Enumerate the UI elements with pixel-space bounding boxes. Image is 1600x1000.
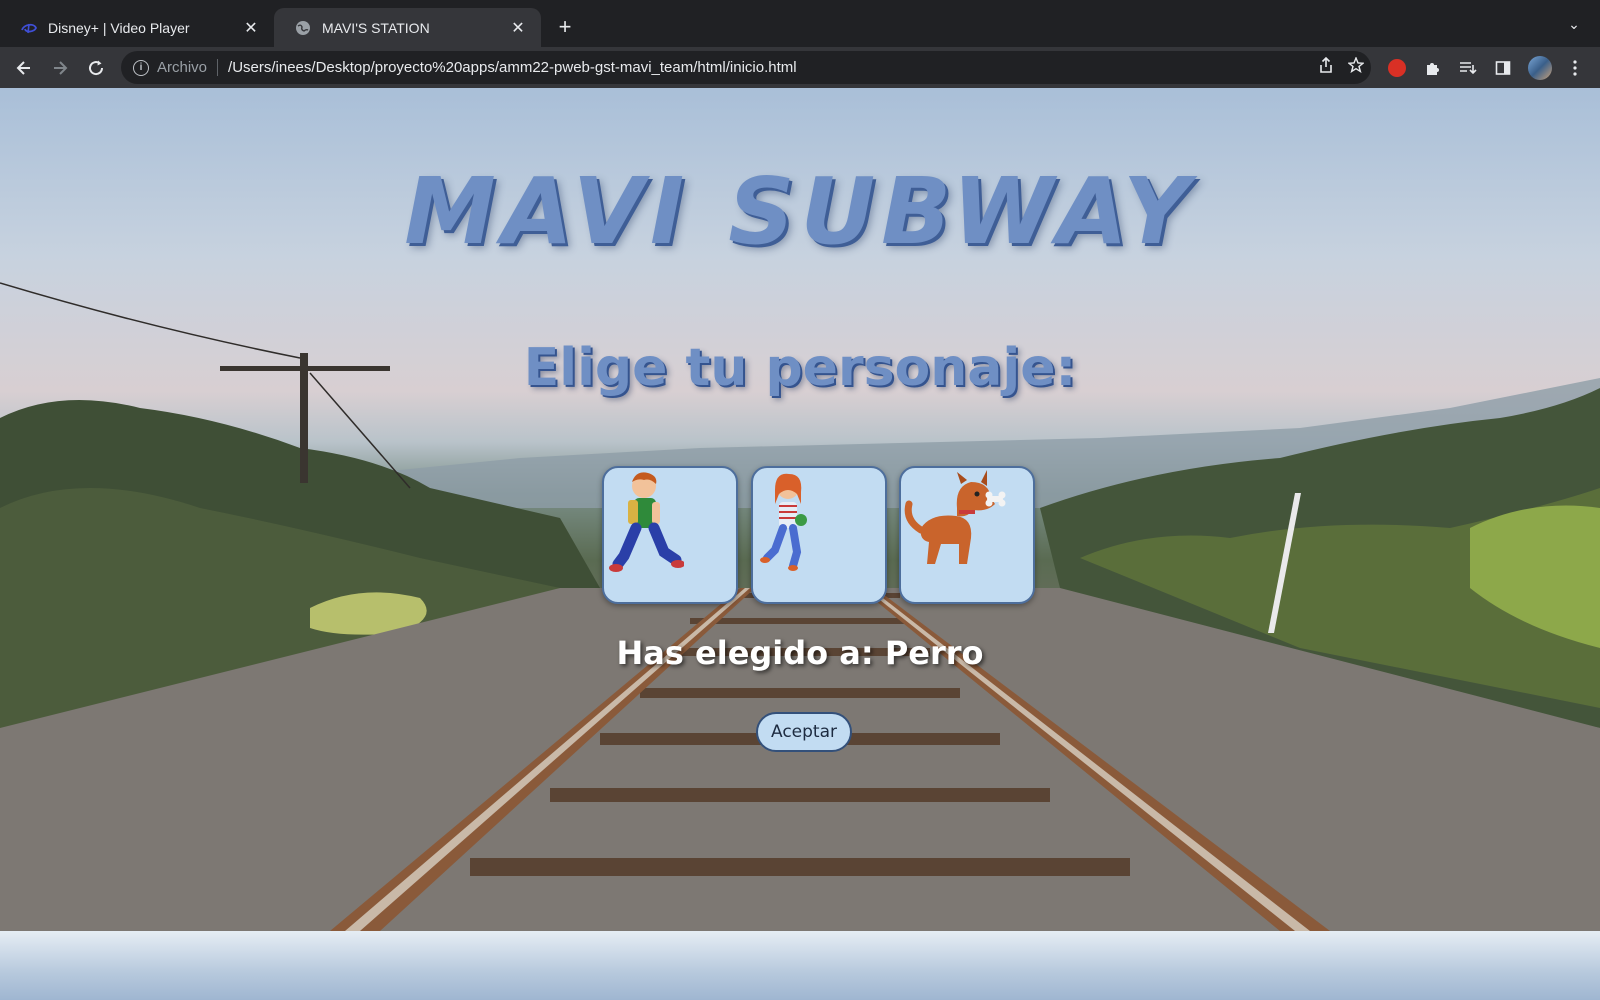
page-viewport: MAVI SUBWAY Elige tu personaje: Has eleg… bbox=[0, 88, 1600, 1000]
background-repeat-strip bbox=[0, 931, 1600, 1000]
side-panel-icon[interactable] bbox=[1490, 55, 1516, 81]
tab-title: Disney+ | Video Player bbox=[48, 19, 190, 36]
running-boy-icon bbox=[609, 472, 684, 572]
boy-character-card[interactable] bbox=[602, 466, 738, 604]
game-title: MAVI SUBWAY bbox=[404, 158, 1196, 265]
new-tab-button[interactable]: + bbox=[553, 16, 577, 40]
tab-title: MAVI'S STATION bbox=[322, 19, 430, 36]
choose-character-heading: Elige tu personaje: bbox=[523, 338, 1077, 398]
girl-character-card[interactable] bbox=[751, 466, 887, 604]
profile-avatar[interactable] bbox=[1527, 55, 1553, 81]
url-text[interactable]: /Users/inees/Desktop/proyecto%20apps/amm… bbox=[228, 59, 1311, 76]
globe-icon bbox=[294, 19, 312, 37]
share-icon[interactable] bbox=[1311, 56, 1341, 78]
reload-icon[interactable] bbox=[83, 55, 109, 81]
tab-strip: Disney+ | Video Player ✕ MAVI'S STATION … bbox=[0, 0, 1600, 47]
back-icon[interactable] bbox=[11, 55, 37, 81]
tab-mavis-station[interactable]: MAVI'S STATION ✕ bbox=[274, 8, 541, 47]
forward-icon[interactable] bbox=[47, 55, 73, 81]
tab-disney[interactable]: Disney+ | Video Player ✕ bbox=[0, 8, 274, 47]
railway-background: MAVI SUBWAY Elige tu personaje: Has eleg… bbox=[0, 88, 1600, 931]
info-icon[interactable]: i bbox=[133, 59, 149, 76]
address-bar[interactable]: i Archivo /Users/inees/Desktop/proyecto%… bbox=[121, 51, 1371, 84]
accept-button[interactable]: Aceptar bbox=[756, 712, 852, 752]
close-tab-icon[interactable]: ✕ bbox=[509, 19, 527, 37]
running-girl-icon bbox=[760, 473, 807, 571]
close-tab-icon[interactable]: ✕ bbox=[242, 19, 260, 37]
menu-kebab-icon[interactable] bbox=[1562, 55, 1588, 81]
scheme-label: Archivo bbox=[157, 59, 219, 76]
tab-search-icon[interactable]: ⌄ bbox=[1562, 16, 1586, 40]
selected-character-text: Has elegido a: Perro bbox=[616, 634, 984, 672]
dog-with-bone-icon bbox=[904, 470, 1006, 564]
disney-plus-icon bbox=[20, 19, 38, 37]
extensions-puzzle-icon[interactable] bbox=[1420, 55, 1446, 81]
character-selector bbox=[602, 466, 1040, 606]
bookmark-star-icon[interactable] bbox=[1341, 56, 1371, 78]
stop-extension-icon[interactable] bbox=[1384, 55, 1410, 81]
browser-toolbar: i Archivo /Users/inees/Desktop/proyecto%… bbox=[0, 47, 1600, 88]
reading-list-icon[interactable] bbox=[1455, 55, 1481, 81]
dog-character-card[interactable] bbox=[899, 466, 1035, 604]
